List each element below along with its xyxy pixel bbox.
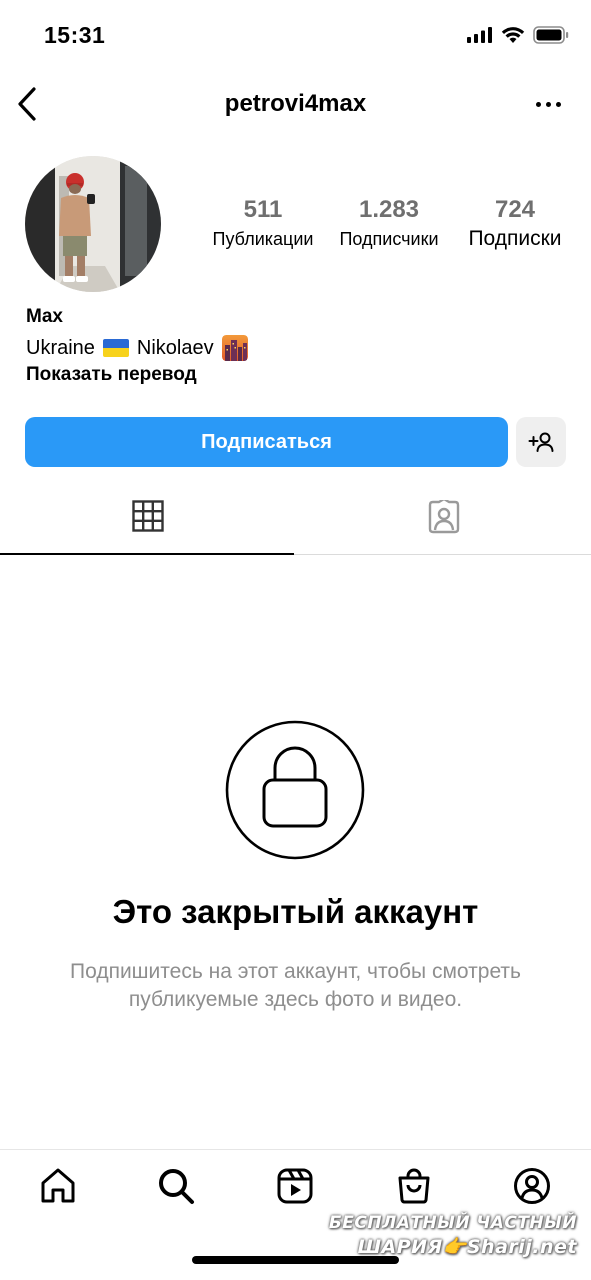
cityscape-dusk-icon (221, 335, 248, 361)
suggested-users-button[interactable] (516, 417, 566, 467)
nav-search[interactable] (156, 1166, 196, 1206)
tagged-person-icon (428, 500, 459, 534)
status-icons (467, 24, 569, 46)
posts-label: Публикации (212, 229, 314, 249)
reels-icon (277, 1168, 313, 1204)
followers-label: Подписчики (339, 229, 439, 249)
show-translation-link[interactable]: Показать перевод (26, 364, 197, 386)
followers-count: 1.283 (358, 196, 420, 223)
search-icon (159, 1169, 194, 1204)
more-dot (555, 101, 561, 107)
bio-city: Nikolaev (136, 336, 214, 359)
private-account-title: Это закрытый аккаунт (112, 893, 479, 930)
nav-home[interactable] (38, 1166, 78, 1206)
grid-icon (131, 500, 164, 532)
stat-following[interactable]: 724 Подписки (460, 196, 570, 254)
nav-reels[interactable] (275, 1166, 315, 1206)
follow-button[interactable]: Подписаться (25, 417, 508, 467)
signal-icon (467, 27, 492, 43)
stat-followers[interactable]: 1.283 Подписчики (332, 196, 446, 254)
profile-username: petrovi4max (224, 90, 367, 117)
private-lock-badge (225, 720, 365, 860)
tab-posts-grid[interactable] (0, 500, 295, 555)
following-count: 724 (494, 196, 536, 223)
profile-icon (514, 1168, 550, 1204)
avatar-photo (25, 156, 161, 292)
bottom-nav-divider (0, 1149, 591, 1150)
tab-tagged[interactable] (296, 500, 591, 555)
private-account-subtitle: Подпишитесь на этот аккаунт, чтобы смотр… (70, 960, 521, 1011)
profile-avatar[interactable] (25, 156, 161, 292)
ukraine-flag-icon (102, 339, 129, 357)
more-dot (545, 101, 551, 107)
battery-icon (533, 26, 569, 44)
home-indicator (192, 1256, 399, 1264)
add-person-icon (528, 432, 554, 452)
home-icon (41, 1168, 75, 1203)
more-options-button[interactable] (533, 96, 563, 112)
wifi-icon (501, 27, 525, 43)
nav-profile[interactable] (512, 1166, 552, 1206)
posts-count: 511 (243, 196, 283, 223)
active-tab-indicator (0, 553, 294, 555)
lock-icon (225, 720, 365, 860)
watermark: БЕСПЛАТНЫЙ ЧАСТНЫЙ ШАРИЯ👉Sharij.net (329, 1212, 577, 1260)
shopping-bag-icon (398, 1168, 430, 1204)
bio-location: Ukraine Nikolaev (26, 335, 248, 361)
more-dot (535, 101, 541, 107)
watermark-line-1: БЕСПЛАТНЫЙ ЧАСТНЫЙ (328, 1213, 577, 1233)
stat-posts: 511 Публикации (206, 196, 320, 254)
nav-shop[interactable] (394, 1166, 434, 1206)
status-time: 15:31 (44, 22, 106, 48)
bio-name: Max (26, 306, 63, 327)
following-label: Подписки (468, 227, 562, 250)
bio-country: Ukraine (26, 336, 95, 359)
